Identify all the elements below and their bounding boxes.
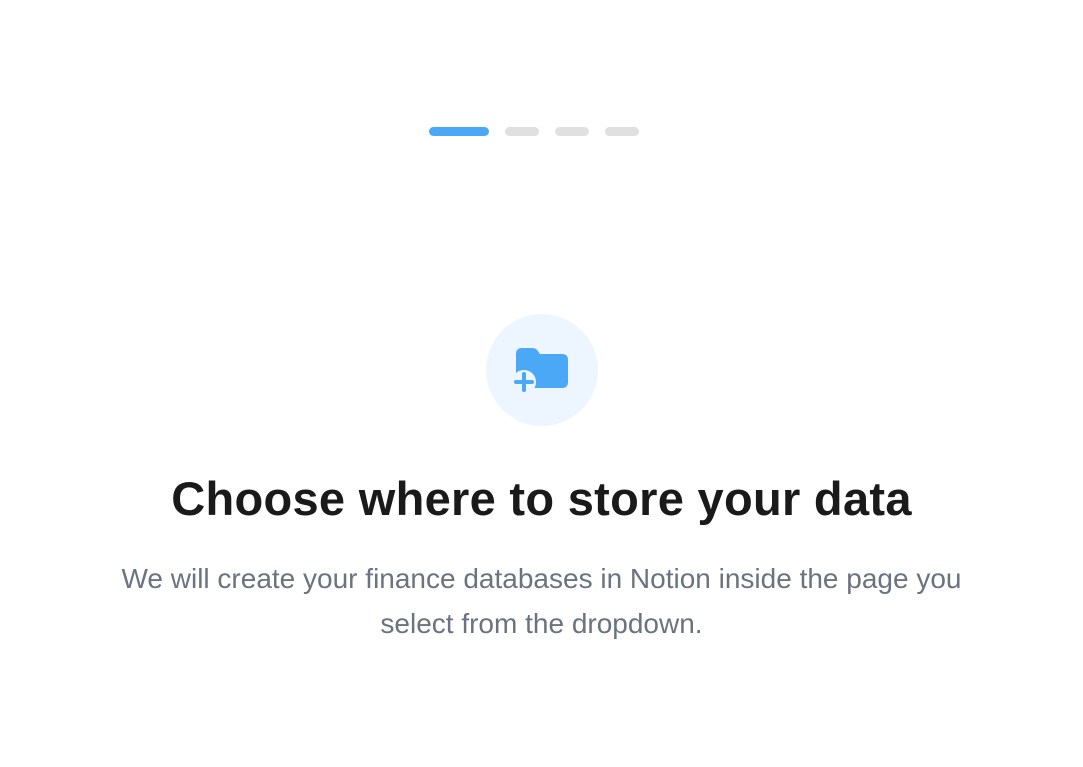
- page-title: Choose where to store your data: [171, 472, 912, 525]
- page-description: We will create your finance databases in…: [121, 563, 962, 639]
- icon-badge: [486, 314, 598, 426]
- folder-plus-icon: [512, 348, 568, 394]
- progress-stepper: [429, 127, 639, 136]
- step-indicator-1-active: [429, 127, 489, 136]
- step-indicator-4: [605, 127, 639, 136]
- step-indicator-3: [555, 127, 589, 136]
- onboarding-step: Choose where to store your data We will …: [0, 0, 1083, 767]
- step-indicator-2: [505, 127, 539, 136]
